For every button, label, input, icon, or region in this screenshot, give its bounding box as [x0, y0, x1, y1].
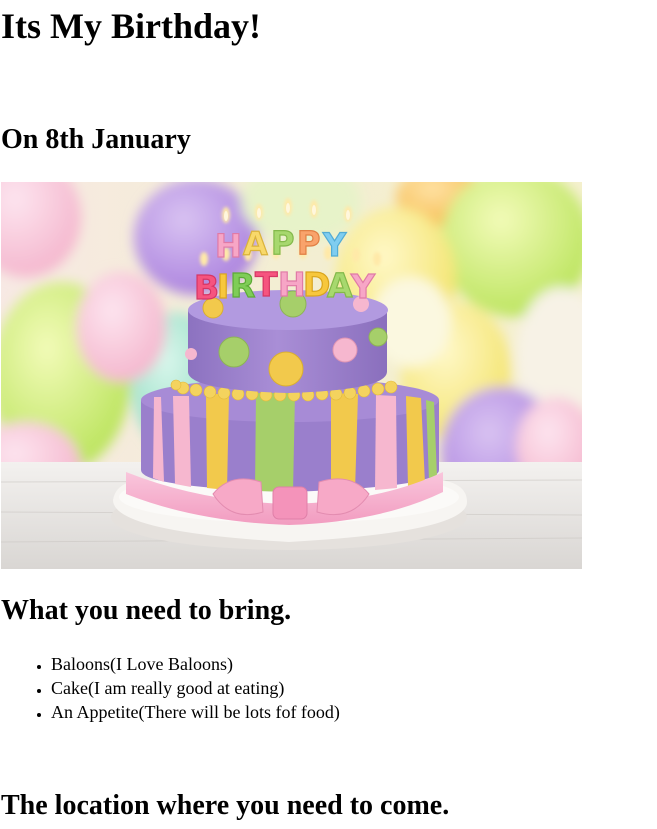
- svg-text:P: P: [297, 224, 320, 262]
- svg-text:P: P: [271, 224, 294, 262]
- svg-text:I: I: [217, 267, 229, 306]
- svg-text:R: R: [230, 266, 255, 305]
- list-item: Baloons(I Love Baloons): [51, 652, 651, 676]
- bring-list: Baloons(I Love Baloons) Cake(I am really…: [0, 652, 651, 724]
- list-item: An Appetite(There will be lots fof food): [51, 700, 651, 724]
- svg-text:Y: Y: [322, 226, 347, 264]
- date-heading: On 8th January: [1, 124, 191, 155]
- svg-text:A: A: [327, 266, 353, 305]
- birthday-cake-image: H A P P Y B I R T H D A Y: [1, 182, 582, 569]
- location-heading: The location where you need to come.: [1, 790, 450, 821]
- page: Its My Birthday! On 8th January H A P P …: [0, 0, 657, 829]
- svg-text:H: H: [215, 227, 242, 265]
- bring-heading: What you need to bring.: [1, 595, 292, 626]
- svg-text:T: T: [255, 265, 278, 304]
- svg-text:H: H: [278, 265, 306, 304]
- svg-text:Y: Y: [350, 267, 376, 306]
- svg-text:B: B: [194, 268, 219, 307]
- page-title: Its My Birthday!: [1, 6, 261, 46]
- svg-text:A: A: [243, 225, 268, 263]
- list-item: Cake(I am really good at eating): [51, 676, 651, 700]
